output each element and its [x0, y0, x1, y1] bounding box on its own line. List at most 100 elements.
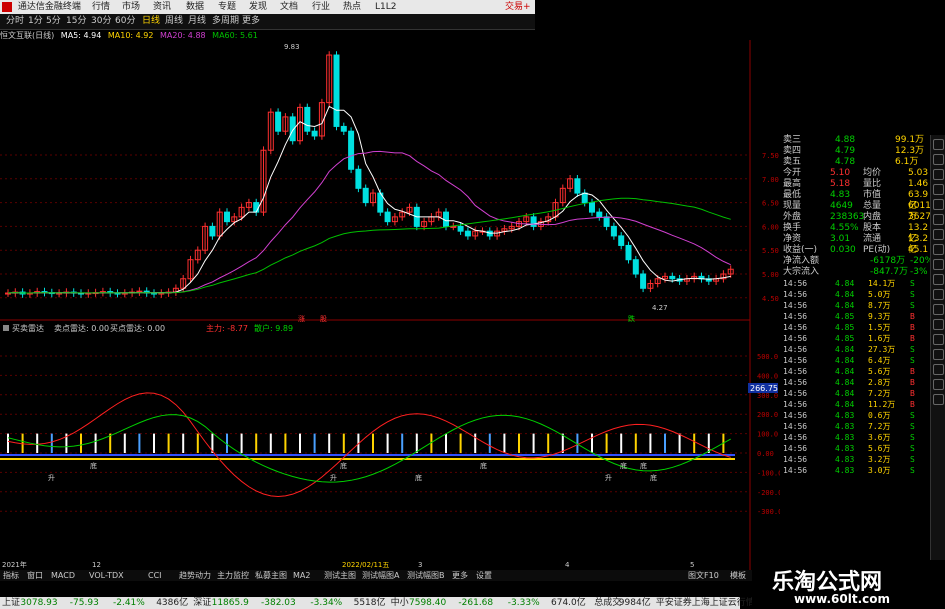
toolbar-icon[interactable] [933, 154, 944, 165]
indicator-value-text: 266.75 [750, 384, 778, 393]
period-tick[interactable]: 分时 [6, 14, 24, 29]
toolbar-icon[interactable] [933, 379, 944, 390]
ma5-label: MA5: 4.94 [60, 31, 102, 40]
candle [464, 230, 471, 237]
stat-row-cell: 现量 [783, 201, 802, 211]
tick-row: 14:56 4.83 3.0万 S [780, 465, 930, 476]
tick-row: 14:56 4.83 3.2万 S [780, 454, 930, 465]
indicator-icon [3, 325, 9, 331]
toolbar-icon[interactable] [933, 349, 944, 360]
period-15min[interactable]: 15分 [66, 14, 86, 29]
price-tick: 7.50 [762, 152, 779, 160]
period-multi[interactable]: 多周期 [212, 14, 239, 29]
stat-row-cell: 5.10 [830, 168, 851, 178]
stat-row-cell: 4649 [830, 201, 853, 211]
tick-cell: S [910, 466, 915, 475]
tick-cell: 14:56 [783, 389, 808, 398]
stat-row-cell: 总量 [863, 201, 882, 211]
toolbar-icon[interactable] [933, 304, 944, 315]
tick-cell: 14:56 [783, 345, 808, 354]
tick-cell: 14:56 [783, 367, 808, 376]
indicator-tab[interactable]: 设置 [476, 570, 492, 581]
candle [589, 202, 595, 213]
menu-industry[interactable]: 行业 [312, 0, 330, 14]
stat-row-cell: 238363 [830, 212, 865, 222]
toolbar-icon[interactable] [933, 364, 944, 375]
menu-topics[interactable]: 专题 [218, 0, 236, 14]
signal-label: 底 [620, 461, 627, 470]
tick-cell: 4.85 [835, 312, 855, 321]
tick-cell: 4.83 [835, 422, 855, 431]
toolbar-icon[interactable] [933, 244, 944, 255]
indicator-tab[interactable]: MACD [51, 570, 75, 581]
period-weekly[interactable]: 周线 [165, 14, 183, 29]
toolbar-icon[interactable] [933, 139, 944, 150]
status-item: 3078.93 [20, 598, 58, 608]
stat-row-cell: 流通 [863, 234, 882, 244]
menu-hot[interactable]: 热点 [343, 0, 361, 14]
toolbar-icon[interactable] [933, 259, 944, 270]
indicator-tab[interactable]: VOL-TDX [89, 570, 124, 581]
flow-row-cell: 净流入额 [783, 256, 820, 266]
indicator-tab[interactable]: 测试幅图A [362, 570, 399, 581]
period-1min[interactable]: 1分 [28, 14, 43, 29]
toolbar-icon[interactable] [933, 229, 944, 240]
toolbar-icon[interactable] [933, 394, 944, 405]
indicator-tick: 200.0 [757, 411, 778, 419]
status-bar: 上证 3078.93 -75.93 -2.41% 4386亿 深证 11865.9 -382.… [0, 597, 755, 609]
indicator-tab[interactable]: 测试主图 [324, 570, 356, 581]
low-marker: 4.27 [652, 304, 668, 312]
indicator-tab[interactable]: 私募主图 [255, 570, 287, 581]
toolbar-icon[interactable] [933, 289, 944, 300]
period-30min[interactable]: 30分 [91, 14, 111, 29]
menu-market[interactable]: 市场 [122, 0, 140, 14]
period-60min[interactable]: 60分 [115, 14, 135, 29]
status-item: 深证 [193, 598, 212, 608]
menu-data[interactable]: 数据 [186, 0, 204, 14]
indicator-tab[interactable]: CCI [148, 570, 162, 581]
candle [209, 225, 216, 237]
toolbar-icon[interactable] [933, 319, 944, 330]
ask-row-cell: 4.78 [835, 157, 856, 167]
flow-row: 净流入额 -6178万 -20% [780, 256, 933, 267]
indicator-tab[interactable]: 测试幅图B [407, 570, 445, 581]
tick-cell: 8.7万 [868, 301, 891, 310]
right-toolbar[interactable] [930, 135, 945, 565]
indicator-tab[interactable]: 窗口 [27, 570, 43, 581]
period-daily[interactable]: 日线 [142, 14, 160, 29]
toolbar-icon[interactable] [933, 334, 944, 345]
indicator-tab[interactable]: 更多 [452, 570, 468, 581]
menu-docs[interactable]: 文档 [280, 0, 298, 14]
flow-row-cell: -6178万 [870, 256, 906, 266]
candle [275, 111, 282, 132]
menu-quotes[interactable]: 行情 [92, 0, 110, 14]
period-monthly[interactable]: 月线 [188, 14, 206, 29]
tick-cell: 6.4万 [868, 356, 891, 365]
toolbar-icon[interactable] [933, 169, 944, 180]
indicator-tab[interactable]: 趋势动力 [179, 570, 211, 581]
tick-cell: 4.83 [835, 455, 855, 464]
candle [574, 178, 581, 194]
right-tab[interactable]: 模板 [730, 570, 746, 581]
tick-row: 14:56 4.83 5.6万 S [780, 443, 930, 454]
toolbar-icon[interactable] [933, 184, 944, 195]
period-more[interactable]: 更多 [242, 14, 260, 29]
toolbar-icon[interactable] [933, 274, 944, 285]
toolbar-icon[interactable] [933, 199, 944, 210]
menu-l1l2[interactable]: L1L2 [375, 0, 396, 14]
status-item: 9984亿 [618, 598, 651, 608]
menu-discover[interactable]: 发现 [249, 0, 267, 14]
period-5min[interactable]: 5分 [46, 14, 61, 29]
stat-row: 最低 4.83 市值 63.9亿 [780, 190, 930, 211]
right-tab[interactable]: 图文F10 [688, 570, 719, 581]
date-label: 12 [92, 561, 101, 569]
indicator-tab[interactable]: 主力监控 [217, 570, 249, 581]
tick-cell: 14:56 [783, 433, 808, 442]
menu-news[interactable]: 资讯 [153, 0, 171, 14]
trade-button[interactable]: 交易+ [505, 0, 531, 14]
indicator-tab[interactable]: MA2 [293, 570, 310, 581]
indicator-tab[interactable]: 指标 [3, 570, 19, 581]
stat-row-cell: 1.46 [908, 179, 929, 189]
kline-chart[interactable]: 7.50 7.00 6.50 6.00 5.50 5.00 4.50 9.83 4.27 买… [0, 40, 780, 570]
toolbar-icon[interactable] [933, 214, 944, 225]
